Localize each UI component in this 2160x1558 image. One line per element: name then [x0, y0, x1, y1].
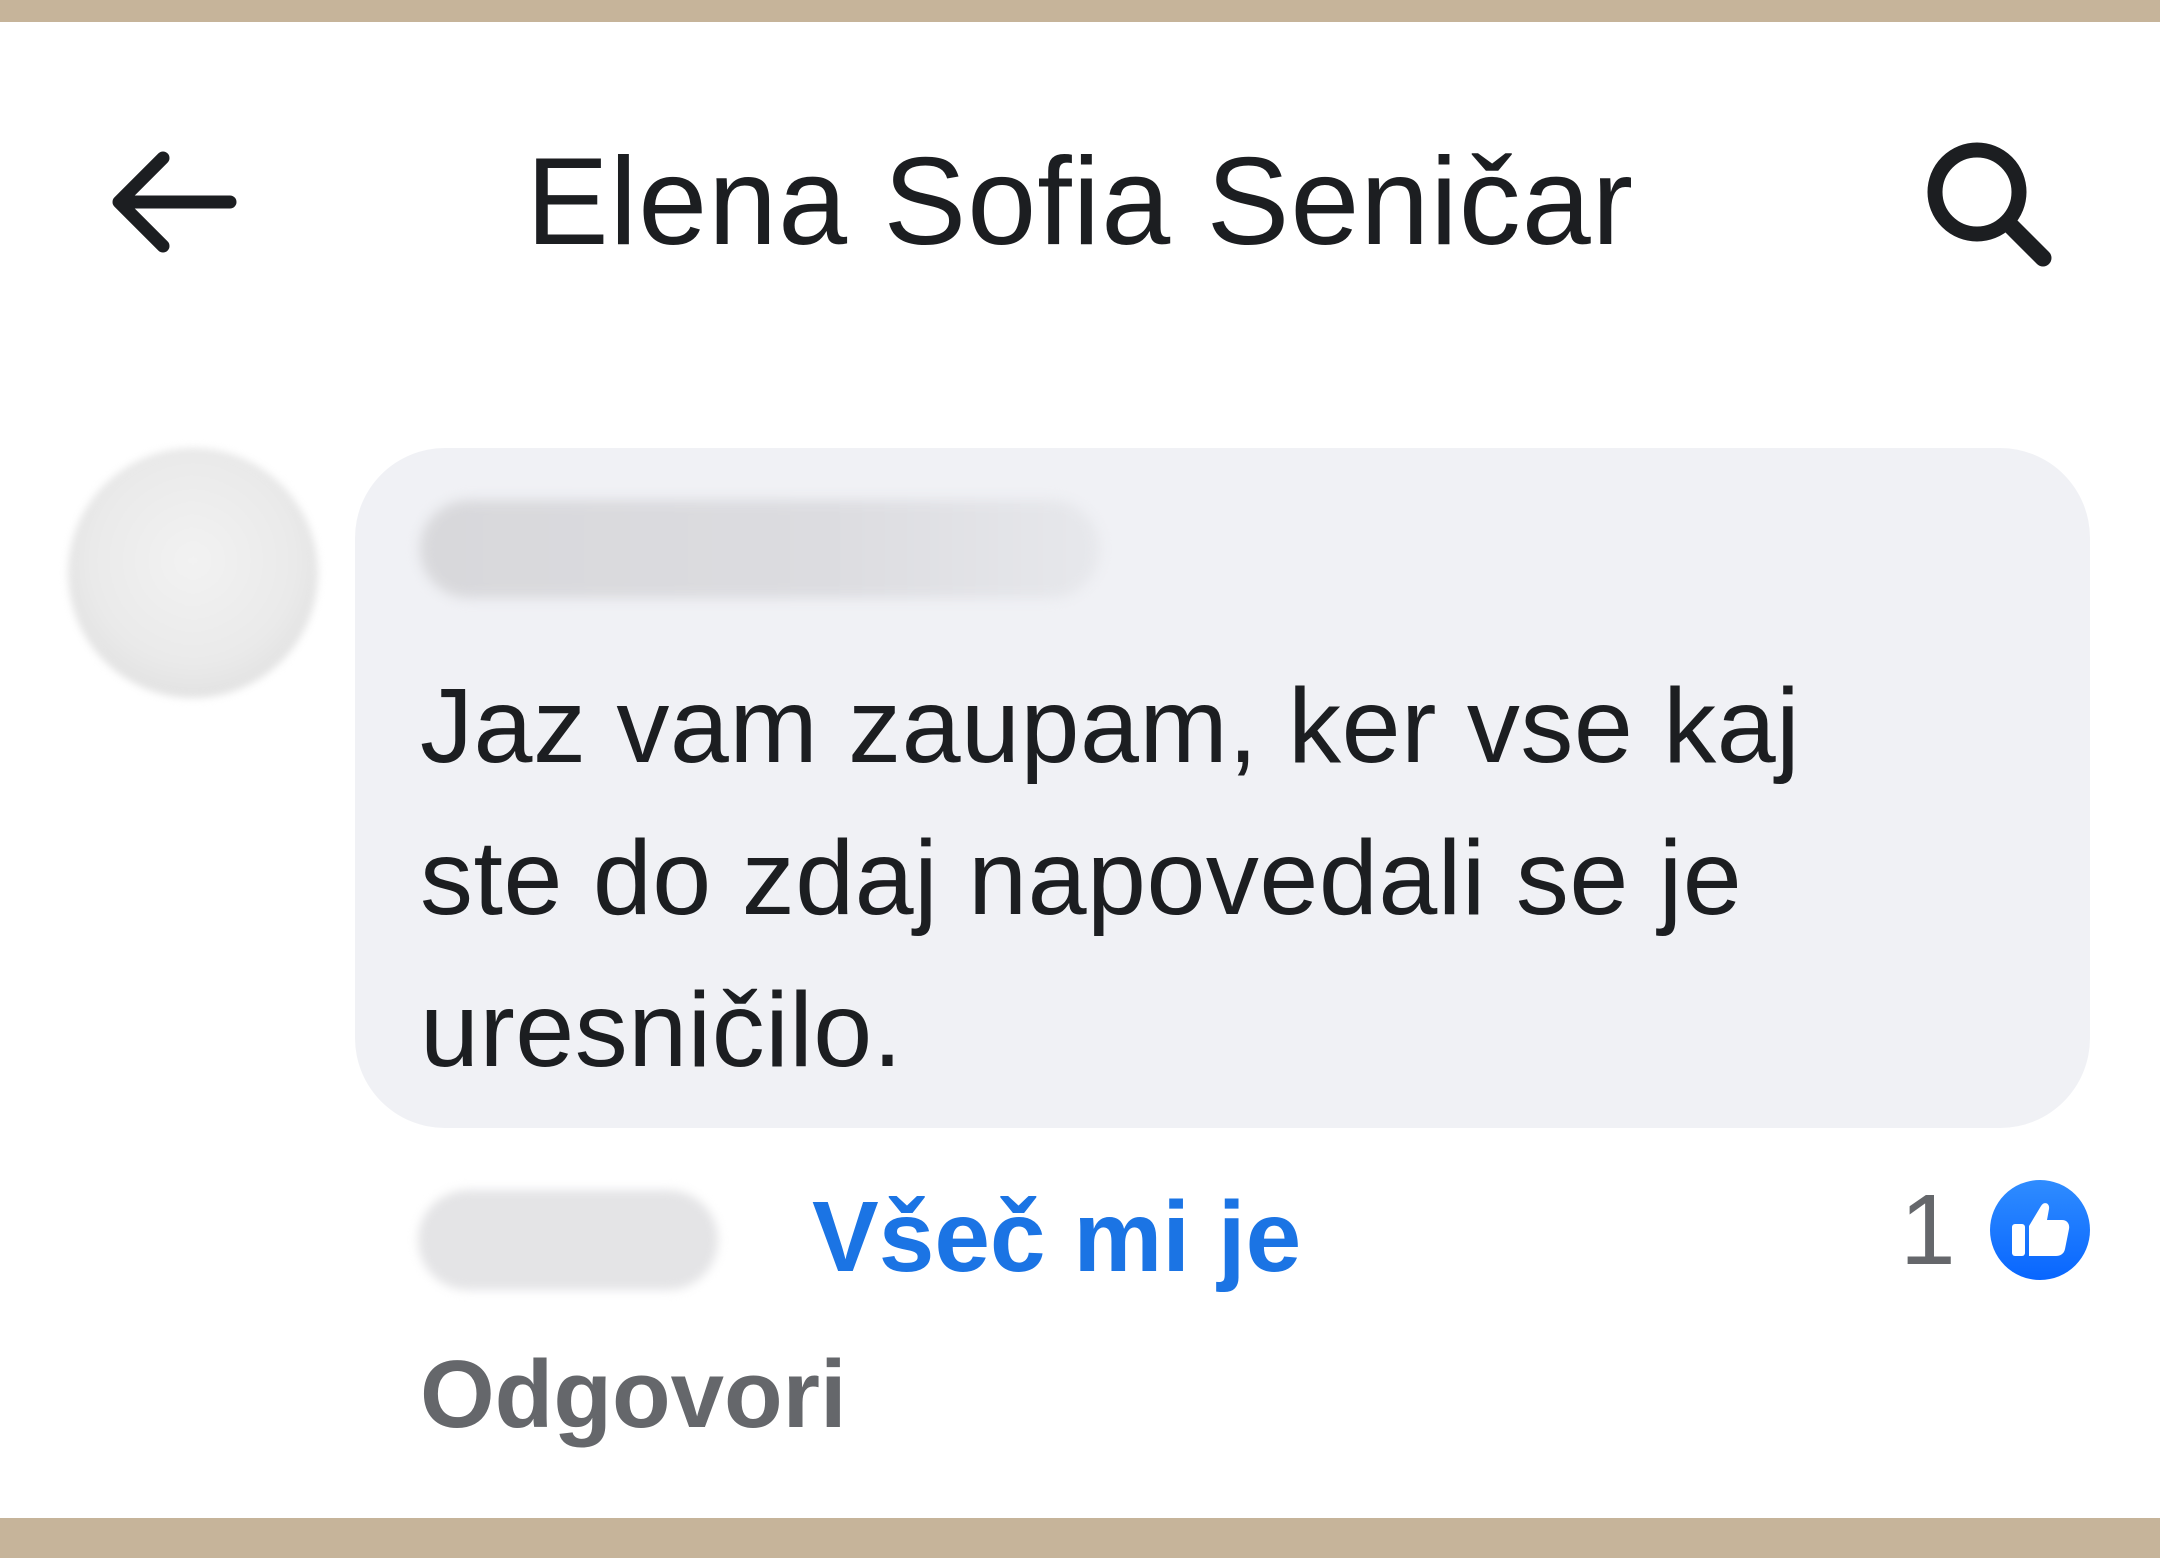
back-button[interactable] [95, 127, 245, 277]
thumbs-up-icon[interactable] [1988, 1178, 2092, 1282]
reaction-count[interactable]: 1 [1900, 1165, 1956, 1295]
comment-text: Jaz vam zaupam, ker vse kaj ste do zdaj … [420, 667, 1801, 1089]
timestamp-redacted [418, 1190, 718, 1290]
search-icon [1927, 142, 2052, 267]
author-name-redacted [420, 500, 1100, 598]
avatar[interactable] [68, 448, 318, 698]
frame-border-top [0, 0, 2160, 22]
reply-button[interactable]: Odgovori [420, 1330, 847, 1460]
search-button[interactable] [1915, 130, 2065, 280]
frame-border-bottom [0, 1518, 2160, 1558]
like-button[interactable]: Všeč mi je [812, 1172, 1301, 1302]
header-bar: Elena Sofia Seničar [0, 22, 2160, 352]
arrow-left-icon [112, 151, 237, 253]
page-title: Elena Sofia Seničar [525, 133, 1635, 271]
